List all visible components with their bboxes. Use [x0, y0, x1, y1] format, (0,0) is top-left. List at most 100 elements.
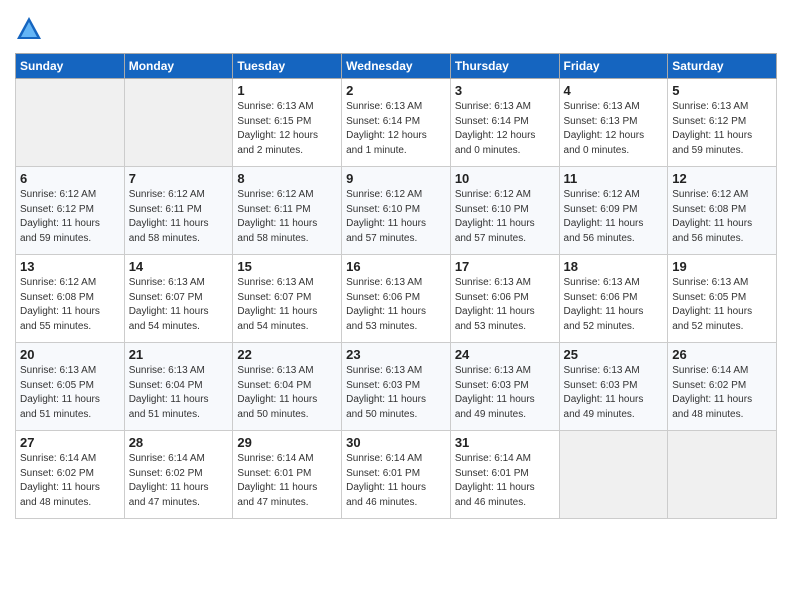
calendar-day-cell: 4Sunrise: 6:13 AM Sunset: 6:13 PM Daylig… [559, 79, 668, 167]
calendar-day-cell: 23Sunrise: 6:13 AM Sunset: 6:03 PM Dayli… [342, 343, 451, 431]
day-info: Sunrise: 6:13 AM Sunset: 6:06 PM Dayligh… [455, 276, 555, 334]
day-info: Sunrise: 6:12 AM Sunset: 6:10 PM Dayligh… [346, 188, 446, 246]
day-number: 29 [237, 435, 337, 450]
calendar-day-cell: 28 Sunrise: 6:14 AM Sunset: 6:02 PM Dayli… [124, 431, 233, 519]
day-info: Sunrise: 6:13 AM Sunset: 6:05 PM Dayligh… [672, 276, 772, 334]
day-info: Sunrise: 6:12 AM Sunset: 6:11 PM Dayligh… [237, 188, 337, 246]
day-number: 25 [564, 347, 664, 362]
calendar-day-cell: 3 Sunrise: 6:13 AM Sunset: 6:14 PM Daylig… [450, 79, 559, 167]
day-info: Sunrise: 6:13 AM Sunset: 6:04 PM Dayligh… [129, 364, 229, 422]
day-number: 10 [455, 171, 555, 186]
calendar-day-cell [16, 79, 125, 167]
page-container: SundayMondayTuesdayWednesdayThursdayFrid… [0, 0, 792, 529]
calendar-week-row: 6 Sunrise: 6:12 AM Sunset: 6:12 PM Daylig… [16, 167, 777, 255]
day-number: 13 [20, 259, 120, 274]
calendar-day-cell: 24 Sunrise: 6:13 AM Sunset: 6:03 PM Dayli… [450, 343, 559, 431]
day-info: Sunrise: 6:14 AM Sunset: 6:02 PM Dayligh… [672, 364, 772, 422]
calendar-day-cell: 10 Sunrise: 6:12 AM Sunset: 6:10 PM Dayli… [450, 167, 559, 255]
header [15, 15, 777, 43]
day-of-week-header: Friday [559, 54, 668, 79]
calendar-day-cell: 30Sunrise: 6:14 AM Sunset: 6:01 PM Dayli… [342, 431, 451, 519]
day-number: 19 [672, 259, 772, 274]
calendar-day-cell: 25 Sunrise: 6:13 AM Sunset: 6:03 PM Dayli… [559, 343, 668, 431]
day-info: Sunrise: 6:13 AM Sunset: 6:03 PM Dayligh… [564, 364, 664, 422]
calendar-day-cell: 22 Sunrise: 6:13 AM Sunset: 6:04 PM Dayli… [233, 343, 342, 431]
calendar-day-cell: 8 Sunrise: 6:12 AM Sunset: 6:11 PM Daylig… [233, 167, 342, 255]
calendar-week-row: 13 Sunrise: 6:12 AM Sunset: 6:08 PM Dayli… [16, 255, 777, 343]
day-info: Sunrise: 6:12 AM Sunset: 6:08 PM Dayligh… [20, 276, 120, 334]
day-number: 3 [455, 83, 555, 98]
day-number: 30 [346, 435, 446, 450]
day-number: 1 [237, 83, 337, 98]
day-of-week-header: Tuesday [233, 54, 342, 79]
day-number: 4 [564, 83, 664, 98]
day-info: Sunrise: 6:13 AM Sunset: 6:14 PM Dayligh… [455, 100, 555, 158]
day-number: 11 [564, 171, 664, 186]
day-info: Sunrise: 6:13 AM Sunset: 6:07 PM Dayligh… [129, 276, 229, 334]
day-info: Sunrise: 6:13 AM Sunset: 6:03 PM Dayligh… [455, 364, 555, 422]
calendar-day-cell: 1 Sunrise: 6:13 AM Sunset: 6:15 PM Daylig… [233, 79, 342, 167]
calendar-day-cell: 12 Sunrise: 6:12 AM Sunset: 6:08 PM Dayli… [668, 167, 777, 255]
day-number: 20 [20, 347, 120, 362]
day-info: Sunrise: 6:14 AM Sunset: 6:01 PM Dayligh… [237, 452, 337, 510]
day-info: Sunrise: 6:12 AM Sunset: 6:12 PM Dayligh… [20, 188, 120, 246]
calendar-week-row: 27 Sunrise: 6:14 AM Sunset: 6:02 PM Dayli… [16, 431, 777, 519]
calendar-day-cell [559, 431, 668, 519]
calendar: SundayMondayTuesdayWednesdayThursdayFrid… [15, 53, 777, 519]
calendar-day-cell: 13 Sunrise: 6:12 AM Sunset: 6:08 PM Dayli… [16, 255, 125, 343]
day-info: Sunrise: 6:13 AM Sunset: 6:12 PM Dayligh… [672, 100, 772, 158]
calendar-day-cell: 5 Sunrise: 6:13 AM Sunset: 6:12 PM Daylig… [668, 79, 777, 167]
calendar-day-cell [124, 79, 233, 167]
day-number: 8 [237, 171, 337, 186]
calendar-day-cell: 27 Sunrise: 6:14 AM Sunset: 6:02 PM Dayli… [16, 431, 125, 519]
day-number: 5 [672, 83, 772, 98]
day-number: 24 [455, 347, 555, 362]
day-number: 22 [237, 347, 337, 362]
calendar-day-cell: 16 Sunrise: 6:13 AM Sunset: 6:06 PM Dayli… [342, 255, 451, 343]
day-number: 12 [672, 171, 772, 186]
day-info: Sunrise: 6:12 AM Sunset: 6:11 PM Dayligh… [129, 188, 229, 246]
day-number: 28 [129, 435, 229, 450]
calendar-week-row: 1 Sunrise: 6:13 AM Sunset: 6:15 PM Daylig… [16, 79, 777, 167]
day-of-week-header: Sunday [16, 54, 125, 79]
calendar-day-cell: 11Sunrise: 6:12 AM Sunset: 6:09 PM Dayli… [559, 167, 668, 255]
calendar-day-cell: 18 Sunrise: 6:13 AM Sunset: 6:06 PM Dayli… [559, 255, 668, 343]
day-number: 17 [455, 259, 555, 274]
calendar-day-cell: 15Sunrise: 6:13 AM Sunset: 6:07 PM Dayli… [233, 255, 342, 343]
calendar-day-cell: 20 Sunrise: 6:13 AM Sunset: 6:05 PM Dayli… [16, 343, 125, 431]
day-info: Sunrise: 6:13 AM Sunset: 6:14 PM Dayligh… [346, 100, 446, 158]
day-of-week-header: Wednesday [342, 54, 451, 79]
day-info: Sunrise: 6:13 AM Sunset: 6:07 PM Dayligh… [237, 276, 337, 334]
calendar-day-cell: 29 Sunrise: 6:14 AM Sunset: 6:01 PM Dayli… [233, 431, 342, 519]
day-info: Sunrise: 6:12 AM Sunset: 6:10 PM Dayligh… [455, 188, 555, 246]
calendar-day-cell: 6 Sunrise: 6:12 AM Sunset: 6:12 PM Daylig… [16, 167, 125, 255]
logo [15, 15, 47, 43]
day-info: Sunrise: 6:14 AM Sunset: 6:02 PM Dayligh… [129, 452, 229, 510]
calendar-day-cell: 14 Sunrise: 6:13 AM Sunset: 6:07 PM Dayli… [124, 255, 233, 343]
day-info: Sunrise: 6:13 AM Sunset: 6:15 PM Dayligh… [237, 100, 337, 158]
day-info: Sunrise: 6:13 AM Sunset: 6:06 PM Dayligh… [564, 276, 664, 334]
day-info: Sunrise: 6:13 AM Sunset: 6:05 PM Dayligh… [20, 364, 120, 422]
day-info: Sunrise: 6:14 AM Sunset: 6:01 PM Dayligh… [455, 452, 555, 510]
day-number: 31 [455, 435, 555, 450]
day-number: 9 [346, 171, 446, 186]
calendar-week-row: 20 Sunrise: 6:13 AM Sunset: 6:05 PM Dayli… [16, 343, 777, 431]
day-info: Sunrise: 6:13 AM Sunset: 6:03 PM Dayligh… [346, 364, 446, 422]
logo-icon [15, 15, 43, 43]
day-number: 16 [346, 259, 446, 274]
calendar-header-row: SundayMondayTuesdayWednesdayThursdayFrid… [16, 54, 777, 79]
calendar-day-cell: 19 Sunrise: 6:13 AM Sunset: 6:05 PM Dayli… [668, 255, 777, 343]
day-number: 18 [564, 259, 664, 274]
day-number: 14 [129, 259, 229, 274]
day-of-week-header: Thursday [450, 54, 559, 79]
day-number: 7 [129, 171, 229, 186]
day-number: 27 [20, 435, 120, 450]
day-info: Sunrise: 6:13 AM Sunset: 6:06 PM Dayligh… [346, 276, 446, 334]
day-number: 6 [20, 171, 120, 186]
day-info: Sunrise: 6:13 AM Sunset: 6:04 PM Dayligh… [237, 364, 337, 422]
day-of-week-header: Monday [124, 54, 233, 79]
day-number: 26 [672, 347, 772, 362]
day-info: Sunrise: 6:12 AM Sunset: 6:08 PM Dayligh… [672, 188, 772, 246]
day-info: Sunrise: 6:14 AM Sunset: 6:02 PM Dayligh… [20, 452, 120, 510]
calendar-day-cell: 26 Sunrise: 6:14 AM Sunset: 6:02 PM Dayli… [668, 343, 777, 431]
